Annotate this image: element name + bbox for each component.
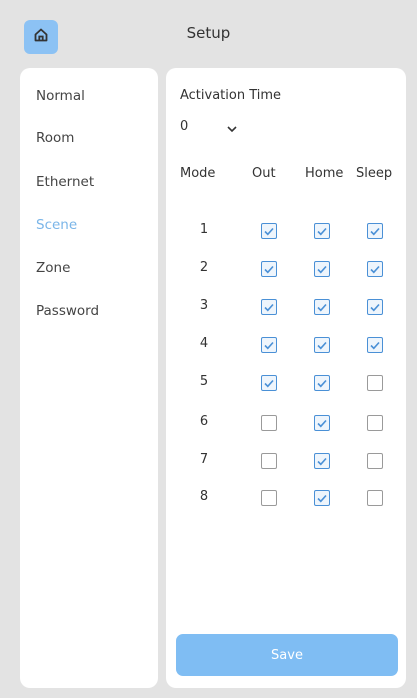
page-title: Setup: [186, 24, 231, 42]
column-header-out: Out: [252, 166, 276, 181]
checkbox-mode-4-sleep[interactable]: [367, 337, 383, 353]
column-header-sleep: Sleep: [356, 166, 393, 181]
checkbox-mode-5-home[interactable]: [314, 375, 330, 391]
checkbox-mode-8-out[interactable]: [261, 490, 277, 506]
column-header-mode: Mode: [180, 166, 216, 181]
mode-number: 8: [199, 489, 209, 504]
mode-number: 6: [199, 414, 209, 429]
mode-number: 4: [199, 336, 209, 351]
checkbox-mode-7-home[interactable]: [314, 453, 330, 469]
column-header-home: Home: [305, 166, 344, 181]
sidebar-item-zone[interactable]: Zone: [36, 260, 70, 276]
activation-time-value: 0: [180, 118, 189, 134]
checkbox-mode-4-out[interactable]: [261, 337, 277, 353]
checkbox-mode-8-sleep[interactable]: [367, 490, 383, 506]
checkbox-mode-6-out[interactable]: [261, 415, 277, 431]
sidebar-item-password[interactable]: Password: [36, 303, 99, 319]
mode-number: 7: [199, 452, 209, 467]
checkbox-mode-2-home[interactable]: [314, 261, 330, 277]
sidebar: Normal Room Ethernet Scene Zone Password: [20, 68, 158, 688]
checkbox-mode-1-home[interactable]: [314, 223, 330, 239]
checkbox-mode-2-sleep[interactable]: [367, 261, 383, 277]
checkbox-mode-4-home[interactable]: [314, 337, 330, 353]
checkbox-mode-3-sleep[interactable]: [367, 299, 383, 315]
checkbox-mode-1-sleep[interactable]: [367, 223, 383, 239]
sidebar-item-ethernet[interactable]: Ethernet: [36, 174, 94, 190]
checkbox-mode-7-sleep[interactable]: [367, 453, 383, 469]
activation-time-select[interactable]: 0: [180, 116, 250, 136]
mode-number: 2: [199, 260, 209, 275]
checkbox-mode-3-home[interactable]: [314, 299, 330, 315]
activation-time-label: Activation Time: [180, 88, 282, 103]
checkbox-mode-5-out[interactable]: [261, 375, 277, 391]
checkbox-mode-1-out[interactable]: [261, 223, 277, 239]
mode-number: 1: [199, 222, 209, 237]
checkbox-mode-6-sleep[interactable]: [367, 415, 383, 431]
checkbox-mode-8-home[interactable]: [314, 490, 330, 506]
mode-number: 5: [199, 374, 209, 389]
scene-panel: Activation Time 0 Mode Out Home Sleep 1 2…: [166, 68, 406, 688]
sidebar-item-scene[interactable]: Scene: [36, 217, 77, 233]
sidebar-item-normal[interactable]: Normal: [36, 88, 85, 104]
checkbox-mode-3-out[interactable]: [261, 299, 277, 315]
checkbox-mode-6-home[interactable]: [314, 415, 330, 431]
checkbox-mode-2-out[interactable]: [261, 261, 277, 277]
save-button[interactable]: Save: [176, 634, 398, 676]
chevron-down-icon: [226, 119, 238, 138]
checkbox-mode-5-sleep[interactable]: [367, 375, 383, 391]
sidebar-item-room[interactable]: Room: [36, 130, 74, 146]
checkbox-mode-7-out[interactable]: [261, 453, 277, 469]
mode-number: 3: [199, 298, 209, 313]
